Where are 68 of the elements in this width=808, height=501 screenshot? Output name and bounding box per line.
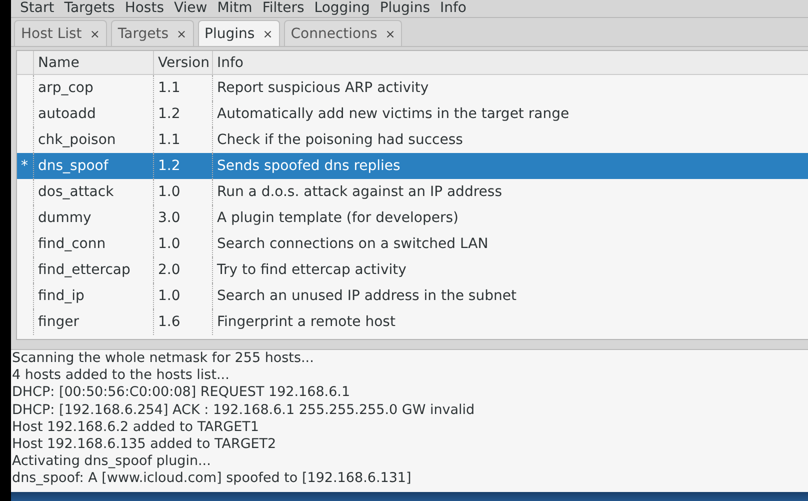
menu-item[interactable]: Hosts	[120, 0, 169, 17]
log-line: Host 192.168.6.135 added to TARGET2	[11, 436, 278, 454]
table-cell: Run a d.o.s. attack against an IP address	[217, 184, 502, 200]
close-icon[interactable]: ×	[176, 26, 187, 40]
table-row[interactable]: dos_attack 1.0 Run a d.o.s. attack against an IP address	[17, 179, 808, 205]
log-line: DHCP: [192.168.6.254] ACK : 192.168.6.1 255.255.255.0 GW invalid	[11, 402, 476, 419]
column-header[interactable]: Version	[153, 51, 212, 74]
table-cell: find_ettercap	[38, 262, 130, 278]
table-row[interactable]: finger 1.6 Fingerprint a remote host	[17, 309, 808, 335]
menu-item[interactable]: Mitm	[212, 0, 258, 17]
tab[interactable]: Host List ×	[14, 20, 107, 46]
menu-item[interactable]: Targets	[59, 0, 120, 17]
close-icon[interactable]: ×	[262, 26, 273, 40]
table-row[interactable]: autoadd 1.2 Automatically add new victims in the target range	[17, 101, 808, 127]
table-cell: dummy	[38, 210, 92, 226]
tab[interactable]: Targets ×	[110, 20, 194, 46]
table-row[interactable]: find_ettercap 2.0 Try to find ettercap activity	[17, 257, 808, 283]
table-cell: Search connections on a switched LAN	[217, 236, 488, 252]
table-cell: Automatically add new victims in the target range	[217, 106, 570, 122]
table-cell: Sends spoofed dns replies	[217, 158, 400, 174]
table-cell: dns_spoof	[38, 158, 108, 174]
table-cell: Try to find ettercap activity	[217, 262, 406, 278]
menu-item[interactable]: Plugins	[374, 0, 435, 17]
table-cell: 3.0	[158, 210, 180, 226]
log-line: DHCP: [00:50:56:C0:00:08] REQUEST 192.168.6.1	[11, 384, 352, 402]
table-cell: 1.2	[158, 158, 180, 174]
table-cell: 1.0	[158, 288, 180, 304]
log-line: 4 hosts added to the hosts list...	[11, 367, 230, 384]
table-cell: 1.2	[158, 106, 180, 122]
table-cell: 2.0	[158, 262, 180, 278]
log-line: Host 192.168.6.2 added to TARGET1	[11, 418, 260, 436]
loaded-marker: *	[21, 158, 28, 174]
table-cell: 1.1	[158, 80, 180, 96]
table-row[interactable]: find_ip 1.0 Search an unused IP address in the subnet	[17, 283, 808, 309]
menu-item[interactable]: Filters	[257, 0, 310, 17]
table-cell: A plugin template (for developers)	[217, 210, 458, 226]
table-cell: finger	[38, 314, 79, 330]
log-line: Scanning the whole netmask for 255 hosts...	[11, 350, 315, 368]
tab[interactable]: Connections ×	[284, 20, 402, 46]
table-cell: 1.1	[158, 132, 180, 148]
column-header[interactable]: Name	[33, 51, 153, 74]
table-cell: Search an unused IP address in the subnet	[217, 288, 516, 304]
table-cell: Report suspicious ARP activity	[217, 80, 429, 96]
tab[interactable]: Plugins ×	[198, 20, 280, 46]
menu-item[interactable]: Logging	[309, 0, 375, 17]
table-cell: autoadd	[38, 106, 96, 122]
table-cell: chk_poison	[38, 132, 116, 148]
table-cell: find_conn	[38, 236, 106, 252]
log-line: Activating dns_spoof plugin...	[11, 453, 212, 470]
menu-item[interactable]: Start	[15, 0, 60, 17]
table-row[interactable]: arp_cop 1.1 Report suspicious ARP activity	[17, 75, 808, 101]
table-cell: find_ip	[38, 288, 84, 304]
table-row[interactable]: find_conn 1.0 Search connections on a switched LAN	[17, 231, 808, 257]
table-row[interactable]: dummy 3.0 A plugin template (for developers)	[17, 205, 808, 231]
table-cell: Fingerprint a remote host	[217, 314, 396, 330]
menu-item[interactable]: Info	[435, 0, 472, 17]
close-icon[interactable]: ×	[90, 26, 100, 40]
column-header[interactable]: Info	[212, 51, 808, 74]
table-cell: Check if the poisoning had success	[217, 132, 463, 148]
menu-item[interactable]: View	[168, 0, 212, 17]
close-icon[interactable]: ×	[385, 26, 396, 40]
table-cell: arp_cop	[38, 80, 94, 96]
table-cell: dos_attack	[38, 184, 114, 200]
table-cell: 1.0	[158, 236, 180, 252]
table-row[interactable]: * dns_spoof 1.2 Sends spoofed dns replies	[17, 153, 808, 179]
table-cell: 1.0	[158, 184, 180, 200]
log-line: dns_spoof: A [www.icloud.com] spoofed to [192.168.6.131]	[11, 470, 412, 488]
table-cell: 1.6	[158, 314, 180, 330]
